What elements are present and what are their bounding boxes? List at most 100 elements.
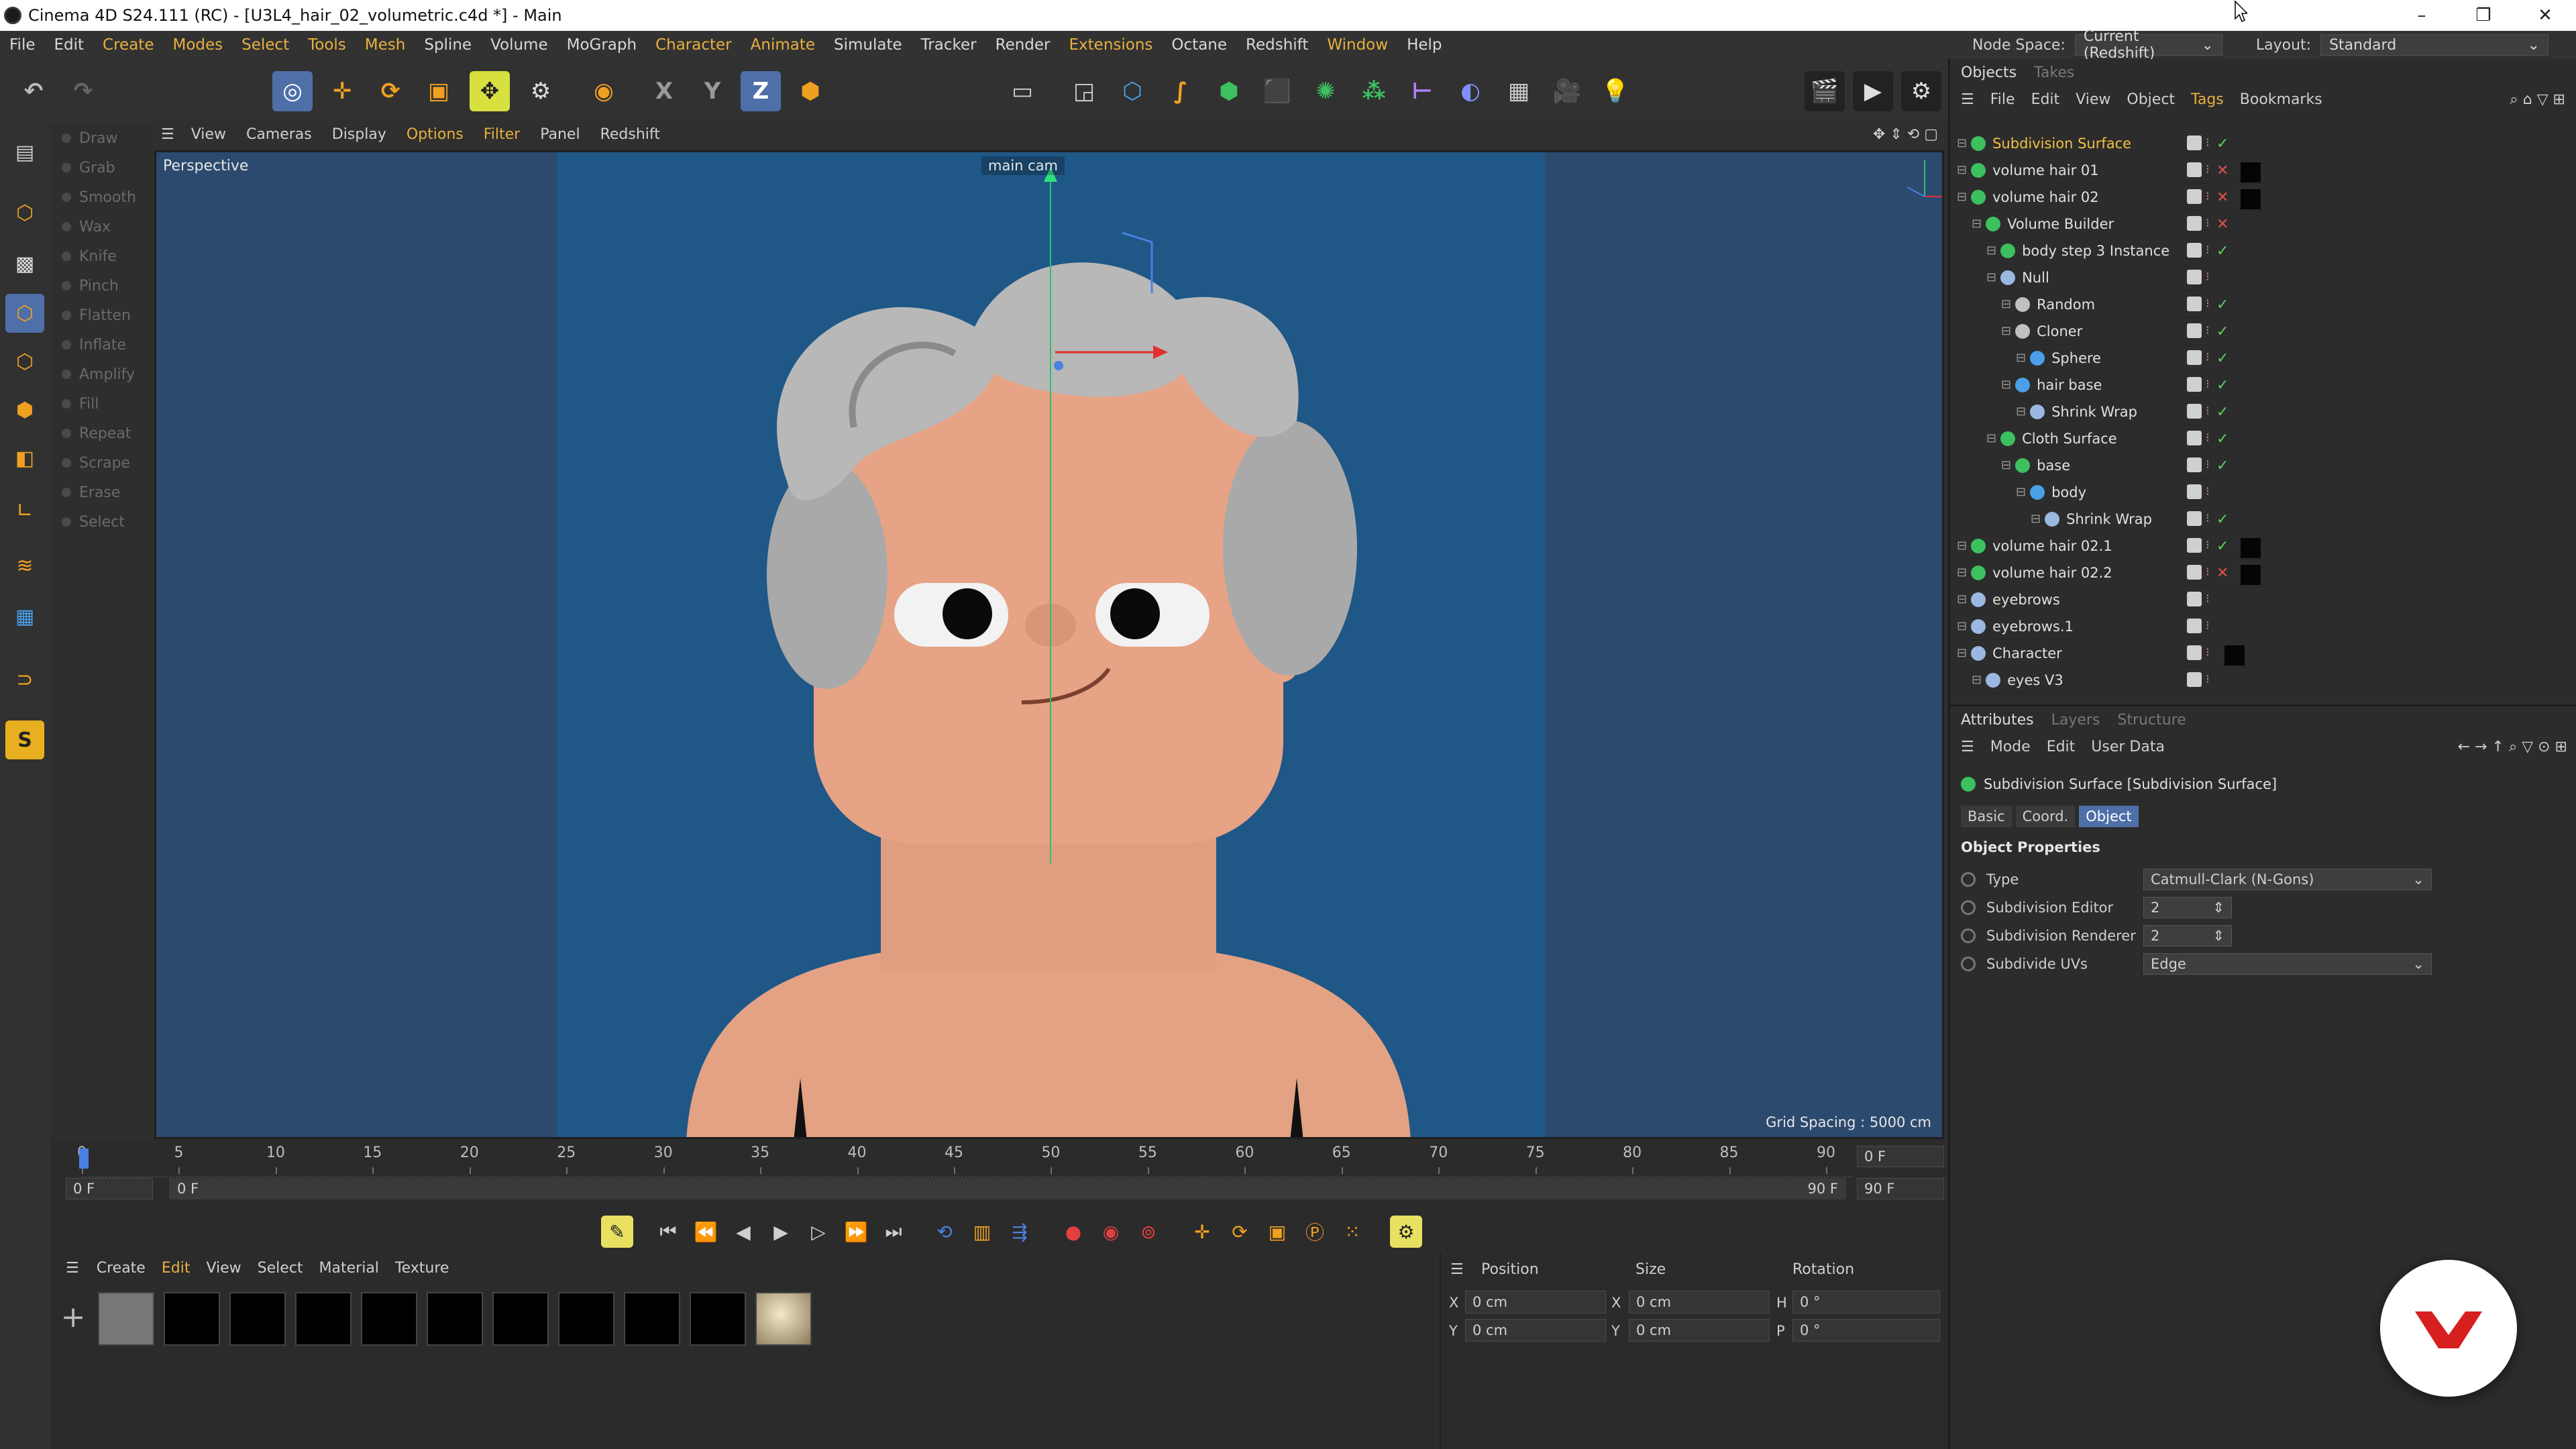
visibility-dots-icon[interactable]: ⁝ (2206, 484, 2212, 499)
layer-swatch-icon[interactable] (2187, 377, 2202, 392)
layer-swatch-icon[interactable] (2187, 162, 2202, 177)
expand-toggle-icon[interactable]: ⊟ (1957, 539, 1967, 553)
grid-snap-icon[interactable]: ▦ (5, 597, 44, 636)
sculpt-smooth[interactable]: Smooth (52, 182, 153, 212)
expand-toggle-icon[interactable]: ⊟ (2016, 405, 2026, 419)
layer-swatch-icon[interactable] (2187, 619, 2202, 633)
object-name[interactable]: Random (2037, 297, 2095, 313)
expand-toggle-icon[interactable]: ⊟ (1957, 619, 1967, 633)
layer-swatch-icon[interactable] (2187, 592, 2202, 606)
prop-type-dropdown[interactable]: Catmull-Clark (N-Gons) ⌄ (2143, 869, 2432, 890)
viewport-menu-options[interactable]: Options (396, 126, 474, 143)
material-menu-select[interactable]: Select (250, 1260, 311, 1277)
tab-structure[interactable]: Structure (2117, 712, 2186, 729)
menu-modes[interactable]: Modes (163, 36, 232, 54)
redo-icon[interactable]: ↷ (63, 71, 103, 111)
layer-swatch-icon[interactable] (2187, 458, 2202, 472)
enabled-check-icon[interactable]: ✓ (2216, 458, 2229, 474)
layer-swatch-icon[interactable] (2187, 189, 2202, 204)
object-row[interactable]: ⊟ volume hair 01 ⁝ ✕ (1957, 157, 2561, 184)
close-button[interactable]: ✕ (2514, 0, 2576, 31)
rot-p-field[interactable]: 0 ° (1792, 1319, 1940, 1342)
animate-toggle-icon[interactable] (1961, 872, 1976, 887)
expand-toggle-icon[interactable]: ⊟ (1986, 244, 1996, 258)
y-axis-lock-icon[interactable]: Y (692, 71, 733, 111)
object-row[interactable]: ⊟ volume hair 02.2 ⁝ ✕ (1957, 559, 2561, 586)
object-name[interactable]: Character (1992, 645, 2062, 661)
sculpt-fill[interactable]: Fill (52, 389, 153, 419)
sculpt-scrape[interactable]: Scrape (52, 448, 153, 478)
hamburger-icon[interactable]: ☰ (154, 126, 181, 143)
material-tag-icon[interactable] (2241, 538, 2261, 558)
visibility-dots-icon[interactable]: ⁝ (2206, 538, 2212, 553)
viewport-navigate-icons[interactable]: ✥ ⇕ ⟲ ▢ (1863, 126, 1948, 143)
key-param-icon[interactable]: Ⓟ (1299, 1216, 1331, 1248)
visibility-dots-icon[interactable]: ⁝ (2206, 377, 2212, 392)
loop-icon[interactable]: ⟲ (928, 1216, 961, 1248)
viewport-menu-view[interactable]: View (181, 126, 236, 143)
expand-toggle-icon[interactable]: ⊟ (2001, 378, 2011, 392)
sculpt-amplify[interactable]: Amplify (52, 360, 153, 389)
cloner-icon[interactable]: ✺ (1305, 71, 1346, 111)
sculpt-select[interactable]: Select (52, 507, 153, 537)
previous-frame-icon[interactable]: ◀ (727, 1216, 759, 1248)
keyframe-selection-icon[interactable]: ⊚ (1132, 1216, 1165, 1248)
current-frame-field[interactable]: 0 F (1857, 1146, 1944, 1167)
expand-toggle-icon[interactable]: ⊟ (1986, 270, 1996, 284)
hamburger-icon[interactable]: ☰ (1450, 1261, 1464, 1278)
object-name[interactable]: volume hair 01 (1992, 162, 2099, 178)
viewport-menu-display[interactable]: Display (322, 126, 396, 143)
points-mode-icon[interactable]: ⬡ (5, 294, 44, 333)
previous-key-icon[interactable]: ⏪ (690, 1216, 722, 1248)
maximize-button[interactable]: ❐ (2453, 0, 2514, 31)
object-name[interactable]: eyes V3 (2007, 672, 2063, 688)
render-settings-icon[interactable]: ⚙ (1901, 71, 1941, 111)
material-swatch[interactable] (164, 1292, 220, 1346)
menu-animate[interactable]: Animate (741, 36, 824, 54)
visibility-dots-icon[interactable]: ⁝ (2206, 270, 2212, 284)
menu-file[interactable]: File (0, 36, 45, 54)
object-row[interactable]: ⊟ Subdivision Surface ⁝ ✓ (1957, 130, 2561, 157)
object-row[interactable]: ⊟ Random ⁝ ✓ (1957, 291, 2561, 318)
disabled-cross-icon[interactable]: ✕ (2216, 162, 2229, 182)
motion-system-icon[interactable]: ⚙ (1390, 1216, 1422, 1248)
expand-toggle-icon[interactable]: ⊟ (1957, 190, 1967, 204)
layer-swatch-icon[interactable] (2187, 323, 2202, 338)
rot-h-field[interactable]: 0 ° (1792, 1291, 1940, 1313)
objects-menu-view[interactable]: View (2076, 91, 2110, 108)
minimize-button[interactable]: – (2391, 0, 2453, 31)
layer-swatch-icon[interactable] (2187, 484, 2202, 499)
expand-toggle-icon[interactable]: ⊟ (1957, 592, 1967, 606)
move-icon[interactable]: ✛ (322, 71, 362, 111)
object-row[interactable]: ⊟ body ⁝ (1957, 479, 2561, 506)
animate-toggle-icon[interactable] (1961, 957, 1976, 971)
hamburger-icon[interactable]: ☰ (1961, 91, 1974, 108)
go-to-end-icon[interactable]: ⏭ (877, 1216, 910, 1248)
material-swatch[interactable] (427, 1292, 483, 1346)
enabled-check-icon[interactable]: ✓ (2216, 404, 2229, 421)
visibility-dots-icon[interactable]: ⁝ (2206, 404, 2212, 419)
sculpt-repeat[interactable]: Repeat (52, 419, 153, 448)
layer-swatch-icon[interactable] (2187, 565, 2202, 580)
object-name[interactable]: Shrink Wrap (2051, 404, 2137, 420)
undo-icon[interactable]: ↶ (13, 71, 54, 111)
floor-icon[interactable]: ▦ (1499, 71, 1539, 111)
workplane-icon[interactable]: ≋ (5, 546, 44, 585)
menu-window[interactable]: Window (1318, 36, 1397, 54)
enabled-check-icon[interactable]: ✓ (2216, 243, 2229, 260)
object-row[interactable]: ⊟ Character ⁝ (1957, 640, 2561, 667)
object-name[interactable]: volume hair 02 (1992, 189, 2099, 205)
material-swatch[interactable] (624, 1292, 680, 1346)
object-row[interactable]: ⊟ Null ⁝ (1957, 264, 2561, 291)
objects-menu-edit[interactable]: Edit (2031, 91, 2060, 108)
layer-swatch-icon[interactable] (2187, 270, 2202, 284)
model-mode-icon[interactable]: ⬡ (5, 193, 44, 232)
play-icon[interactable]: ▶ (765, 1216, 797, 1248)
material-menu-create[interactable]: Create (89, 1260, 154, 1277)
visibility-dots-icon[interactable]: ⁝ (2206, 592, 2212, 606)
object-axis-icon[interactable]: ◉ (584, 71, 624, 111)
material-swatch[interactable] (558, 1292, 614, 1346)
tab-takes[interactable]: Takes (2034, 64, 2074, 81)
render-view-icon[interactable]: 🎬 (1805, 71, 1845, 111)
s-plugin-icon[interactable]: S (5, 720, 44, 759)
